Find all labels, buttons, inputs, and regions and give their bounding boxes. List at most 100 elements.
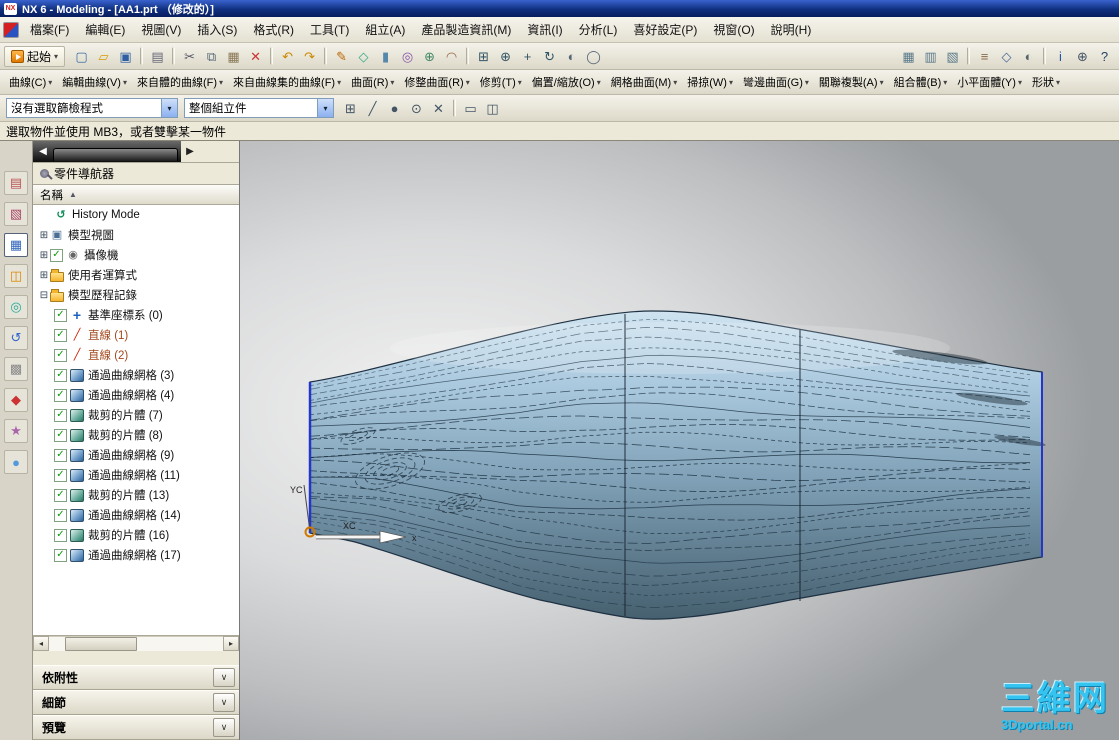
menu-item[interactable]: 編輯(E) [77, 20, 133, 40]
expander-icon[interactable]: ⊞ [38, 250, 50, 261]
toolbar-menu-button[interactable]: 來自曲線集的曲線(F) ▾ [228, 71, 346, 93]
selection-tool-button[interactable]: ╱ [362, 98, 383, 119]
selection-tool-button[interactable]: ◫ [482, 98, 503, 119]
tree-row[interactable]: ⊞ ✓ 使用者運算式 [33, 265, 239, 285]
tree-row[interactable]: ✓ 通過曲線網格 (17) [33, 545, 239, 565]
toolbar-button[interactable]: ▢ [71, 46, 92, 67]
toolbar-menu-button[interactable]: 形狀 ▾ [1027, 71, 1065, 93]
toolbar-button[interactable]: ⧉ [201, 46, 222, 67]
toolbar-button[interactable]: ▱ [93, 46, 114, 67]
tree-row[interactable]: ✓ 基準座標系 (0) [33, 305, 239, 325]
toolbar-button[interactable]: ⊕ [495, 46, 516, 67]
checkbox[interactable]: ✓ [54, 389, 67, 402]
checkbox[interactable]: ✓ [54, 509, 67, 522]
toolbar-button[interactable]: ◇ [353, 46, 374, 67]
toolbar-button[interactable]: ? [1094, 46, 1115, 67]
toolbar-button[interactable]: ◎ [397, 46, 418, 67]
toolbar-menu-button[interactable]: 來自體的曲線(F) ▾ [132, 71, 228, 93]
menu-item[interactable]: 分析(L) [571, 20, 626, 40]
tree-row[interactable]: ⊞ ✓ 模型視圖 [33, 225, 239, 245]
checkbox[interactable]: ✓ [54, 429, 67, 442]
start-menu-button[interactable]: 起始 ▾ [4, 46, 65, 67]
toolbar-button[interactable]: ▦ [223, 46, 244, 67]
menu-item[interactable]: 格式(R) [245, 20, 302, 40]
toolbar-button[interactable] [270, 47, 273, 65]
resource-bar-button[interactable]: ★ [4, 419, 28, 443]
scrollbar-thumb[interactable] [65, 637, 137, 651]
toolbar-menu-button[interactable]: 修剪(T) ▾ [475, 71, 527, 93]
menu-item[interactable]: 喜好設定(P) [625, 20, 705, 40]
resource-bar-button[interactable]: ▦ [4, 233, 28, 257]
toolbar-menu-button[interactable]: 偏置/縮放(O) ▾ [527, 71, 606, 93]
toolbar-button[interactable]: ▧ [942, 46, 963, 67]
menu-item[interactable]: 檔案(F) [22, 20, 77, 40]
tree-row[interactable]: ✓ 通過曲線網格 (9) [33, 445, 239, 465]
menu-item[interactable]: 產品製造資訊(M) [413, 20, 519, 40]
toolbar-menu-button[interactable]: 掃掠(W) ▾ [682, 71, 738, 93]
tab-scroll-right-button[interactable]: ▶ [181, 141, 199, 162]
toolbar-button[interactable]: ◯ [583, 46, 604, 67]
resource-bar-button[interactable]: ◆ [4, 388, 28, 412]
tree-row[interactable]: ⊞ ✓ 攝像機 [33, 245, 239, 265]
resource-tab[interactable] [53, 148, 178, 161]
toolbar-button[interactable] [967, 47, 970, 65]
expander-icon[interactable]: ⊞ [38, 230, 50, 241]
collapsed-panel-header[interactable]: 預覽 ∨ [33, 715, 239, 740]
resource-bar-button[interactable]: ● [4, 450, 28, 474]
chevron-expand-icon[interactable]: ∨ [213, 668, 235, 687]
selection-tool-button[interactable]: ⊙ [406, 98, 427, 119]
resource-bar-button[interactable]: ▩ [4, 357, 28, 381]
selection-tool-button[interactable]: ⊞ [340, 98, 361, 119]
chevron-down-icon[interactable]: ▾ [161, 99, 177, 117]
checkbox[interactable]: ✓ [54, 549, 67, 562]
toolbar-button[interactable]: i [1050, 46, 1071, 67]
toolbar-menu-button[interactable]: 修整曲面(R) ▾ [399, 71, 474, 93]
toolbar-button[interactable]: ▤ [147, 46, 168, 67]
expander-icon[interactable]: ⊟ [38, 290, 50, 301]
toolbar-menu-button[interactable]: 曲線(C) ▾ [4, 71, 57, 93]
collapsed-panel-header[interactable]: 依附性 ∨ [33, 665, 239, 690]
toolbar-menu-button[interactable]: 編輯曲線(V) ▾ [57, 71, 132, 93]
toolbar-button[interactable]: + [517, 46, 538, 67]
toolbar-menu-button[interactable]: 小平面體(Y) ▾ [952, 71, 1027, 93]
selection-filter-dropdown[interactable]: 沒有選取篩檢程式 ▾ [6, 98, 178, 118]
menu-item[interactable]: 插入(S) [189, 20, 245, 40]
resource-bar-button[interactable]: ◫ [4, 264, 28, 288]
menu-item[interactable]: 說明(H) [763, 20, 820, 40]
toolbar-button[interactable]: ▮ [375, 46, 396, 67]
toolbar-button[interactable]: ◐ [1018, 46, 1039, 67]
toolbar-menu-button[interactable]: 網格曲面(M) ▾ [606, 71, 683, 93]
checkbox[interactable]: ✓ [50, 249, 63, 262]
toolbar-button[interactable] [172, 47, 175, 65]
toolbar-button[interactable] [466, 47, 469, 65]
checkbox[interactable]: ✓ [54, 349, 67, 362]
tree-row[interactable]: ✓ 裁剪的片體 (16) [33, 525, 239, 545]
toolbar-button[interactable]: ◐ [561, 46, 582, 67]
collapsed-panel-header[interactable]: 細節 ∨ [33, 690, 239, 715]
toolbar-button[interactable]: ✎ [331, 46, 352, 67]
menu-item[interactable]: 組立(A) [357, 20, 413, 40]
toolbar-button[interactable]: ▥ [920, 46, 941, 67]
checkbox[interactable]: ✓ [54, 469, 67, 482]
resource-bar-button[interactable]: ↺ [4, 326, 28, 350]
resource-bar-button[interactable]: ▤ [4, 171, 28, 195]
checkbox[interactable]: ✓ [54, 449, 67, 462]
expander-icon[interactable]: ⊞ [38, 270, 50, 281]
toolbar-button[interactable]: ⊞ [473, 46, 494, 67]
tree-row[interactable]: ✓ 裁剪的片體 (8) [33, 425, 239, 445]
checkbox[interactable]: ✓ [54, 369, 67, 382]
resource-bar-button[interactable]: ◎ [4, 295, 28, 319]
toolbar-button[interactable]: ↻ [539, 46, 560, 67]
tree-row[interactable]: ✓ 直線 (1) [33, 325, 239, 345]
selection-tool-button[interactable]: ▭ [460, 98, 481, 119]
toolbar-button[interactable]: ≡ [974, 46, 995, 67]
toolbar-menu-button[interactable]: 彎邊曲面(G) ▾ [738, 71, 814, 93]
toolbar-menu-button[interactable]: 關聯複製(A) ▾ [814, 71, 889, 93]
checkbox[interactable]: ✓ [54, 329, 67, 342]
checkbox[interactable]: ✓ [54, 309, 67, 322]
tree-row[interactable]: ✓ 裁剪的片體 (7) [33, 405, 239, 425]
toolbar-button[interactable]: ✂ [179, 46, 200, 67]
pin-icon[interactable] [40, 169, 49, 178]
scroll-left-button[interactable]: ◂ [33, 636, 49, 651]
tree-row[interactable]: ✓ 通過曲線網格 (14) [33, 505, 239, 525]
